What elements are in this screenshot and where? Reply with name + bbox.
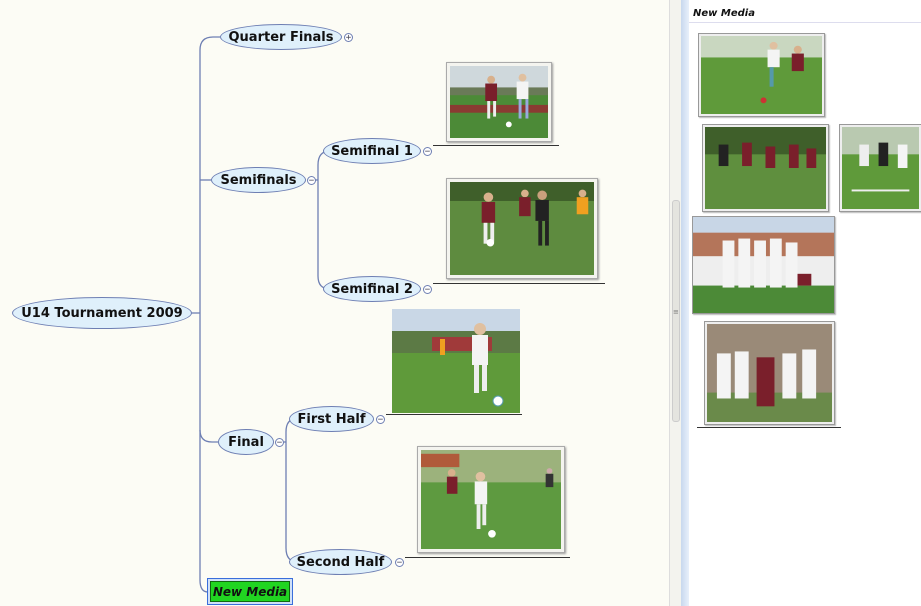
media-thumb-3[interactable] [839, 124, 921, 212]
topic-label: Semifinal 2 [331, 281, 413, 297]
panel-divider[interactable] [681, 0, 689, 606]
topic-label: Semifinal 1 [331, 143, 413, 159]
soccer-photo-image [450, 182, 594, 275]
collapse-toggle-semifinal-1[interactable]: − [423, 147, 432, 157]
grip-icon: ≡ [673, 308, 679, 316]
topic-second-half[interactable]: Second Half [289, 549, 392, 575]
topic-new-media-selected[interactable]: New Media [207, 578, 293, 605]
media-panel-title: New Media [693, 8, 755, 19]
expand-toggle-quarter-finals[interactable]: + [344, 33, 353, 43]
soccer-photo-image [392, 309, 520, 413]
semifinal-2-photo-a[interactable] [446, 178, 598, 279]
topic-label: Quarter Finals [228, 29, 334, 45]
topic-semifinal-2[interactable]: Semifinal 2 [323, 276, 421, 302]
collapse-toggle-final[interactable]: − [275, 438, 284, 448]
soccer-photo-image [842, 127, 919, 209]
media-panel: New Media [689, 0, 921, 606]
topic-semifinals[interactable]: Semifinals [211, 167, 306, 193]
first-half-photo[interactable] [392, 309, 520, 413]
topic-label: Final [228, 434, 264, 450]
mindmap-canvas[interactable]: U14 Tournament 2009 Quarter Finals + Sem… [0, 0, 669, 606]
topic-label: Semifinals [220, 172, 297, 188]
second-half-photo[interactable] [417, 446, 565, 553]
root-node-label: U14 Tournament 2009 [21, 305, 183, 321]
topic-label: Second Half [296, 554, 385, 570]
soccer-photo-image [693, 217, 834, 313]
topic-label: First Half [297, 411, 366, 427]
topic-semifinal-1[interactable]: Semifinal 1 [323, 138, 421, 164]
collapse-toggle-semifinals[interactable]: − [307, 176, 316, 186]
collapse-toggle-semifinal-2[interactable]: − [423, 285, 432, 295]
topic-first-half[interactable]: First Half [289, 406, 374, 432]
media-thumb-2[interactable] [702, 124, 829, 212]
soccer-photo-image [701, 36, 822, 114]
media-thumb-1[interactable] [698, 33, 825, 117]
new-media-label: New Media [210, 581, 290, 602]
topic-quarter-finals[interactable]: Quarter Finals [220, 24, 342, 50]
collapse-toggle-second-half[interactable]: − [395, 558, 404, 568]
media-thumb-4[interactable] [692, 216, 835, 314]
soccer-photo-image [705, 127, 826, 209]
collapse-toggle-first-half[interactable]: − [376, 415, 385, 425]
media-thumb-5[interactable] [704, 321, 835, 425]
soccer-photo-image [450, 66, 548, 138]
root-node[interactable]: U14 Tournament 2009 [12, 297, 192, 329]
semifinal-1-photo[interactable] [446, 62, 552, 142]
soccer-photo-image [707, 324, 832, 422]
topic-final[interactable]: Final [218, 429, 274, 455]
soccer-photo-image [421, 450, 561, 549]
